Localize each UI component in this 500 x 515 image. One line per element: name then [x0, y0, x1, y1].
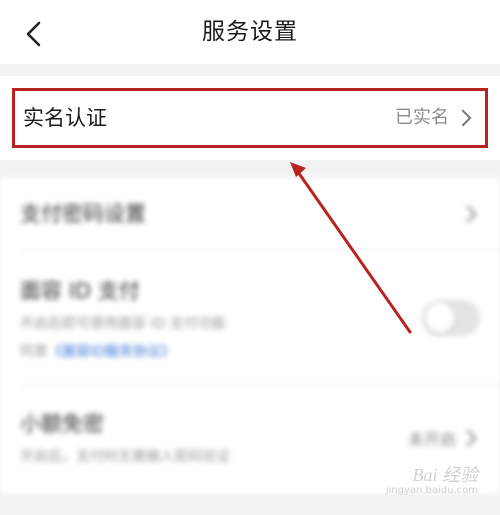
realname-row[interactable]: 实名认证 已实名	[12, 88, 488, 148]
chevron-right-icon	[454, 109, 472, 127]
page-title: 服务设置	[202, 19, 298, 45]
pay-password-label: 支付密码设置	[20, 202, 146, 226]
divider	[20, 385, 500, 386]
header-bar: 服务设置	[0, 0, 500, 64]
face-id-toggle[interactable]	[422, 300, 480, 336]
small-free-status: 未开启	[407, 430, 456, 449]
realname-label: 实名认证	[23, 106, 107, 130]
toggle-knob	[425, 303, 455, 333]
realname-status: 已实名	[395, 107, 449, 128]
face-id-agree-text: 同意	[20, 344, 48, 360]
watermark-url: jingyan.baidu.com	[385, 485, 478, 496]
face-id-label: 面容 ID 支付	[20, 279, 140, 303]
watermark-text: Bai 经验	[412, 465, 479, 485]
divider	[20, 250, 500, 251]
small-free-row[interactable]: 小额免密 开启后，支付时无需输入密码验证 未开启	[20, 408, 480, 468]
face-id-desc: 开启后即可使用面容 ID 支付功能	[20, 316, 226, 332]
face-id-row: 面容 ID 支付 开启后即可使用面容 ID 支付功能 同意《面容ID服务协议》	[20, 275, 480, 365]
baidu-watermark: Bai 经验 jingyan.baidu.com	[378, 461, 478, 501]
pay-password-row[interactable]: 支付密码设置	[20, 198, 480, 228]
face-id-agreement-link[interactable]: 《面容ID服务协议》	[48, 344, 175, 360]
